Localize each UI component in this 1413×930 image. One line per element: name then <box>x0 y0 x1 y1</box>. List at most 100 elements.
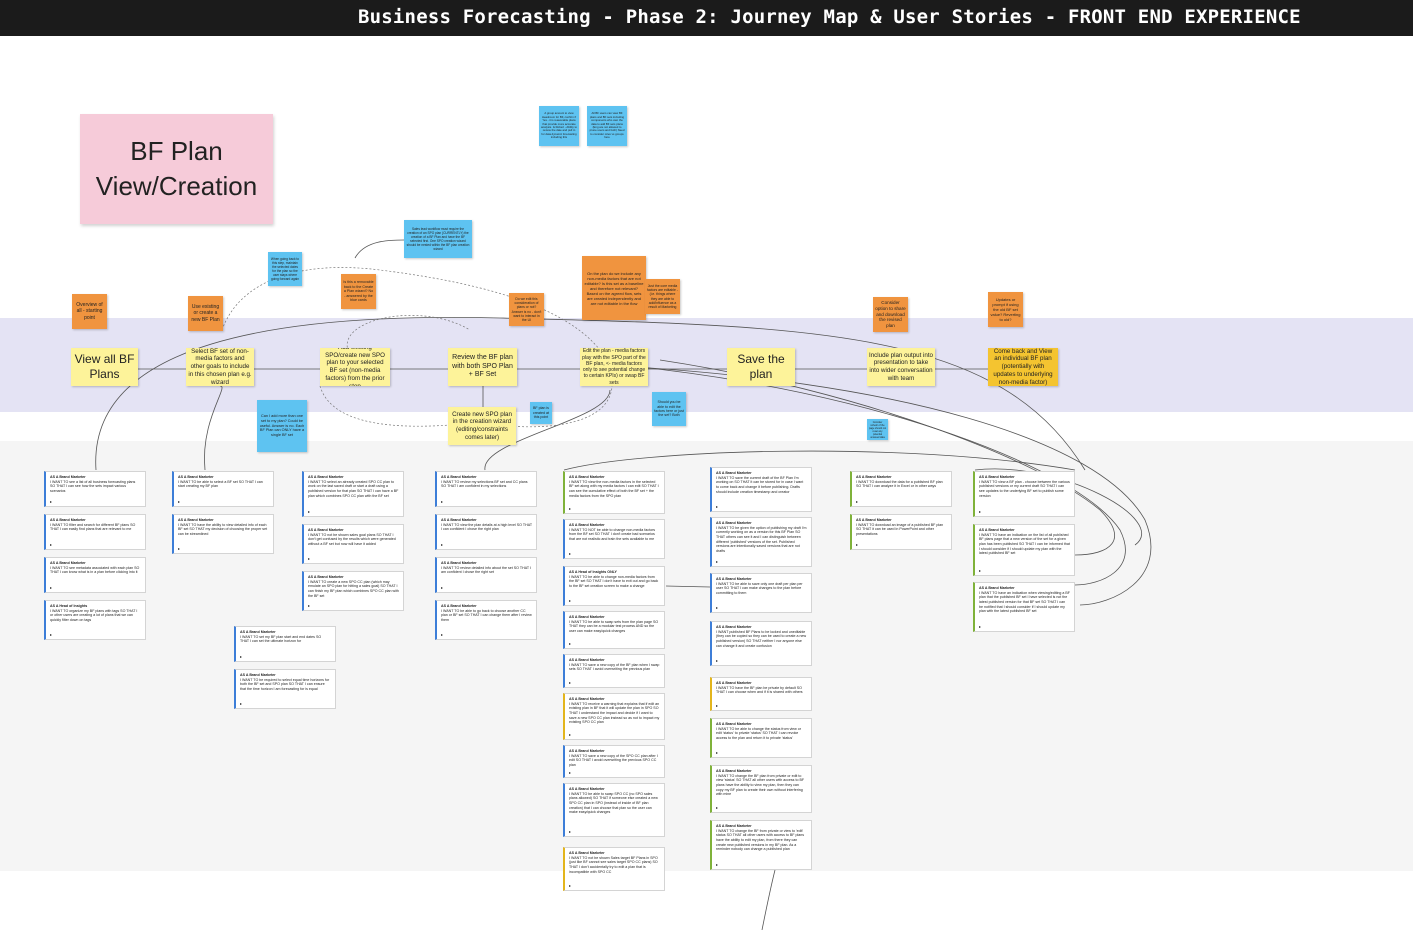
orange-note-8[interactable]: Updates or prompt if using the old BF se… <box>988 292 1023 327</box>
blue-note-1[interactable]: A group amount to view Headroom for BF, … <box>539 106 579 146</box>
story-card[interactable]: AS A Brand Marketer I WANT TO save a new … <box>563 745 665 778</box>
pin-icon: ▸ <box>569 731 572 737</box>
story-card[interactable]: AS A Brand Marketer I WANT TO be able to … <box>563 611 665 649</box>
pin-icon: ▸ <box>979 567 982 573</box>
story-card[interactable]: AS A Brand Marketer I WANT published BF P… <box>710 621 812 666</box>
blue-note-5[interactable]: Can I add more than one set to my plan? … <box>257 400 307 452</box>
blue-note-8[interactable]: Consider refresh of the page should not … <box>867 419 888 440</box>
pin-icon: ▸ <box>569 679 572 685</box>
pin-icon: ▸ <box>569 597 572 603</box>
story-card[interactable]: AS A Brand Marketer I WANT TO change the … <box>710 820 812 870</box>
story-card[interactable]: AS A Brand Marketer I WANT TO view a BF p… <box>973 471 1075 517</box>
pin-icon: ▸ <box>240 700 243 706</box>
pin-icon: ▸ <box>856 541 859 547</box>
pin-icon: ▸ <box>50 498 53 504</box>
story-card[interactable]: AS A Brand Marketer I WANT TO be able to … <box>563 783 665 837</box>
story-card[interactable]: AS A Brand Marketer I WANT TO download an… <box>850 514 952 550</box>
pin-icon: ▸ <box>569 828 572 834</box>
pin-icon: ▸ <box>178 498 181 504</box>
story-card[interactable]: AS A Brand Marketer I WANT TO review my s… <box>435 471 537 507</box>
journey-step-7[interactable]: Include plan output into presentation to… <box>867 348 935 386</box>
pin-icon: ▸ <box>716 804 719 810</box>
pin-icon: ▸ <box>979 508 982 514</box>
story-card[interactable]: AS A Brand Marketer I WANT TO change the … <box>710 765 812 813</box>
journey-step-6[interactable]: Save the plan <box>727 348 795 386</box>
pin-icon: ▸ <box>50 541 53 547</box>
journey-step-2[interactable]: Select BF set of non-media factors and o… <box>186 348 254 386</box>
pin-icon: ▸ <box>50 631 53 637</box>
story-card[interactable]: AS A Brand Marketer I WANT TO be able to … <box>710 573 812 613</box>
blue-note-2[interactable]: All BF users can view BF plans and BF se… <box>587 106 627 146</box>
pin-icon: ▸ <box>716 558 719 564</box>
story-card[interactable]: AS A Brand Marketer I WANT TO save a new … <box>563 654 665 688</box>
orange-note-1[interactable]: Overview of all - starting point <box>72 294 107 329</box>
pin-icon: ▸ <box>308 602 311 608</box>
pin-icon: ▸ <box>716 861 719 867</box>
story-card[interactable]: AS A Brand Marketer I WANT TO view the no… <box>563 471 665 514</box>
story-card[interactable]: AS A Brand Marketer I WANT TO set my BF p… <box>234 626 336 662</box>
pin-icon: ▸ <box>716 657 719 663</box>
pin-icon: ▸ <box>569 550 572 556</box>
pin-icon: ▸ <box>979 623 982 629</box>
orange-note-3[interactable]: Is this a removable back to the Create a… <box>341 274 376 309</box>
story-card[interactable]: AS A Brand Marketer I WANT TO have an ind… <box>973 524 1075 576</box>
pin-icon: ▸ <box>308 508 311 514</box>
story-card[interactable]: AS A Head of Insights ONLY I WANT TO be a… <box>563 566 665 606</box>
orange-note-7[interactable]: Consider option to share and download th… <box>873 297 908 332</box>
orange-note-4[interactable]: Do we edit this consideration of plans o… <box>509 293 544 326</box>
blue-note-7[interactable]: Should you be able to edit the factors h… <box>652 392 686 426</box>
pin-icon: ▸ <box>569 882 572 888</box>
story-card[interactable]: AS A Brand Marketer I WANT TO receive a w… <box>563 693 665 740</box>
pin-icon: ▸ <box>441 498 444 504</box>
story-card[interactable]: AS A Brand Marketer I WANT TO have the BF… <box>710 677 812 711</box>
story-card[interactable]: AS A Brand Marketer I WANT TO review deta… <box>435 557 537 593</box>
blue-note-6[interactable]: BF plan is created at this point <box>530 402 552 424</box>
story-card[interactable]: AS A Brand Marketer I WANT TO be able to … <box>172 471 274 507</box>
story-card[interactable]: AS A Brand Marketer I WANT TO see a list … <box>44 471 146 507</box>
story-card[interactable]: AS A Brand Marketer I WANT TO not be show… <box>563 847 665 891</box>
pin-icon: ▸ <box>178 545 181 551</box>
pin-icon: ▸ <box>716 702 719 708</box>
pin-icon: ▸ <box>50 584 53 590</box>
story-card[interactable]: AS A Brand Marketer I WANT TO select an a… <box>302 471 404 517</box>
pin-icon: ▸ <box>716 604 719 610</box>
story-card[interactable]: AS A Brand Marketer I WANT TO not be show… <box>302 524 404 564</box>
journey-step-8[interactable]: Come back and View an individual BF plan… <box>988 348 1058 386</box>
blue-note-4[interactable]: Sales lead workflow must require the cre… <box>404 220 472 258</box>
story-card[interactable]: AS A Brand Marketer I WANT TO see metadat… <box>44 557 146 593</box>
branch-step[interactable]: Create new SPO plan in the creation wiza… <box>448 407 516 445</box>
orange-note-5[interactable]: On the plan do we include any non-media … <box>582 256 646 320</box>
story-card[interactable]: AS A Brand Marketer I WANT TO create a ne… <box>302 571 404 611</box>
pin-icon: ▸ <box>441 631 444 637</box>
story-card[interactable]: AS A Brand Marketer I WANT TO view the pl… <box>435 514 537 550</box>
story-card[interactable]: AS A Brand Marketer I WANT TO be able to … <box>710 718 812 758</box>
pin-icon: ▸ <box>441 584 444 590</box>
story-card[interactable]: AS A Brand Marketer I WANT TO save the cu… <box>710 467 812 512</box>
story-card[interactable]: AS A Brand Marketer I WANT TO have an ind… <box>973 582 1075 632</box>
journey-step-4[interactable]: Review the BF plan with both SPO Plan + … <box>448 348 517 386</box>
story-card[interactable]: AS A Brand Marketer I WANT TO be given th… <box>710 517 812 567</box>
pin-icon: ▸ <box>308 555 311 561</box>
pin-icon: ▸ <box>569 769 572 775</box>
pin-icon: ▸ <box>240 653 243 659</box>
journey-step-3[interactable]: Add existing SPO/create new SPO plan to … <box>320 348 390 386</box>
pin-icon: ▸ <box>441 541 444 547</box>
story-card[interactable]: AS A Brand Marketer I WANT TO be required… <box>234 669 336 709</box>
story-card[interactable]: AS A Brand Marketer I WANT TO download th… <box>850 471 952 507</box>
pin-icon: ▸ <box>716 503 719 509</box>
story-card[interactable]: AS A Head of Insights I WANT TO organize … <box>44 600 146 640</box>
connector-lines <box>95 239 1152 930</box>
blue-note-3[interactable]: When going back to this step, maintain t… <box>268 252 302 286</box>
story-card[interactable]: AS A Brand Marketer I WANT TO be able to … <box>435 600 537 640</box>
story-card[interactable]: AS A Brand Marketer I WANT TO have the ab… <box>172 514 274 554</box>
orange-note-6[interactable]: Just the core media factors are editable… <box>645 279 680 314</box>
journey-step-5[interactable]: Edit the plan - media factors play with … <box>580 348 648 386</box>
orange-note-2[interactable]: Use existing or create a new BF Plan <box>188 296 223 331</box>
pin-icon: ▸ <box>569 640 572 646</box>
pin-icon: ▸ <box>716 749 719 755</box>
pin-icon: ▸ <box>856 498 859 504</box>
pin-icon: ▸ <box>569 505 572 511</box>
story-card[interactable]: AS A Brand Marketer I WANT TO NOT be able… <box>563 519 665 559</box>
story-card[interactable]: AS A Brand Marketer I WANT TO filter and … <box>44 514 146 550</box>
journey-step-1[interactable]: View all BF Plans <box>71 348 138 386</box>
